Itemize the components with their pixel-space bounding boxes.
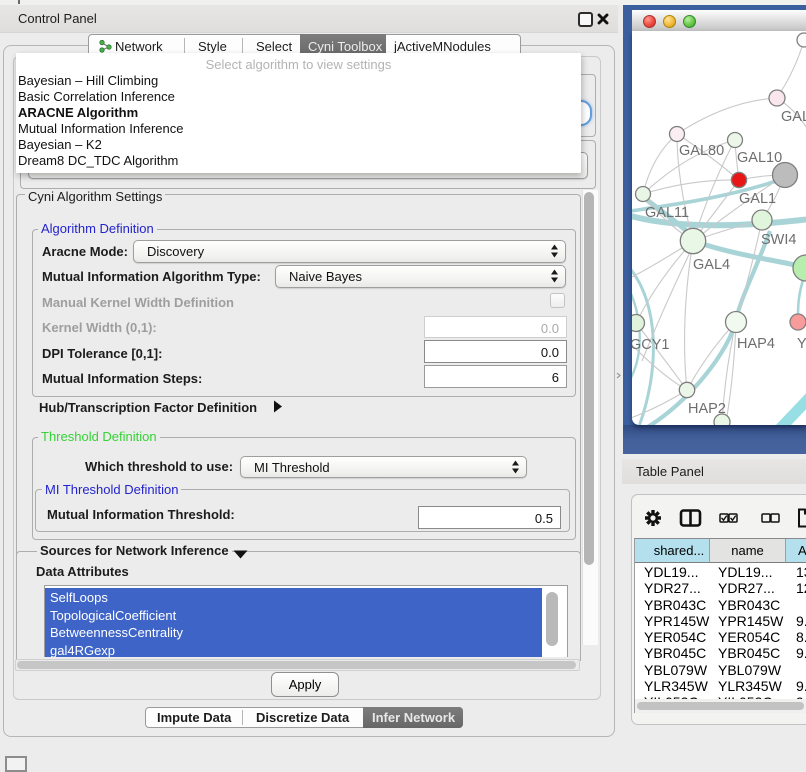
svg-text:HAP4: HAP4 (737, 336, 775, 352)
svg-text:GAL4: GAL4 (693, 257, 730, 273)
svg-text:Y: Y (797, 336, 806, 352)
svg-text:GAL80: GAL80 (679, 143, 724, 159)
svg-text:GAL10: GAL10 (737, 150, 782, 166)
svg-text:GAL7: GAL7 (781, 109, 806, 125)
svg-text:GAL1: GAL1 (739, 191, 776, 207)
svg-text:GAL11: GAL11 (645, 205, 689, 221)
svg-text:GCY1: GCY1 (632, 337, 670, 353)
svg-text:HAP2: HAP2 (688, 401, 726, 417)
svg-text:SWI4: SWI4 (761, 232, 796, 248)
